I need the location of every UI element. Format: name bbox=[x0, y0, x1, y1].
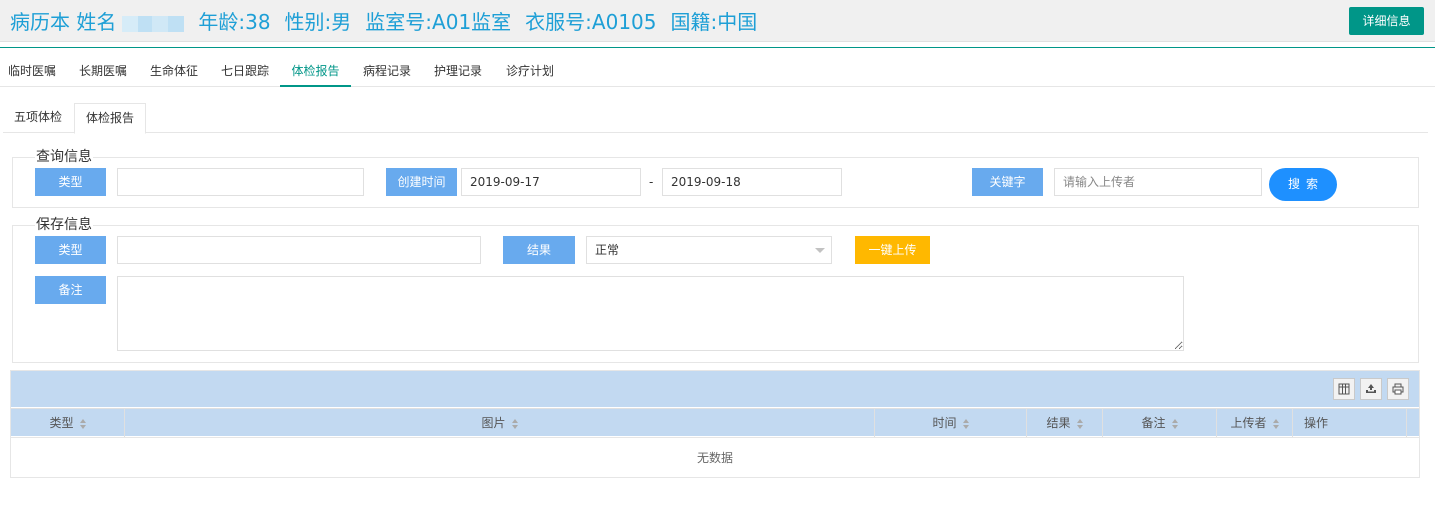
tab-nursing-records[interactable]: 护理记录 bbox=[433, 57, 483, 87]
remark-textarea[interactable] bbox=[117, 276, 1184, 351]
chevron-down-icon bbox=[815, 248, 825, 253]
date-to-input[interactable]: 2019-09-18 bbox=[662, 168, 842, 196]
tab-physical-exam-report[interactable]: 体检报告 bbox=[280, 57, 351, 87]
sort-icon bbox=[79, 418, 86, 429]
result-label: 结果 bbox=[503, 236, 575, 264]
result-select-value: 正常 bbox=[595, 243, 620, 257]
tab-long-term-orders[interactable]: 长期医嘱 bbox=[78, 57, 128, 87]
col-remark-label: 备注 bbox=[1141, 416, 1166, 430]
save-legend: 保存信息 bbox=[35, 217, 93, 233]
export-icon[interactable] bbox=[1360, 378, 1382, 400]
keyword-label: 关键字 bbox=[972, 168, 1043, 196]
col-type[interactable]: 类型 bbox=[11, 409, 125, 437]
detail-info-button[interactable]: 详细信息 bbox=[1349, 7, 1424, 35]
date-from-input[interactable]: 2019-09-17 bbox=[461, 168, 641, 196]
case-label: 病历本 姓名 bbox=[10, 10, 117, 34]
sub-tabs: 五项体检 体检报告 bbox=[3, 103, 1428, 134]
age-text: 年龄:38 bbox=[198, 10, 271, 34]
col-uploader[interactable]: 上传者 bbox=[1217, 409, 1293, 437]
tab-temporary-orders[interactable]: 临时医嘱 bbox=[7, 57, 57, 87]
clothing-text: 衣服号:A0105 bbox=[525, 10, 657, 34]
save-type-label: 类型 bbox=[35, 236, 106, 264]
patient-header: 病历本 姓名 年龄:38 性别:男 监室号:A01监室 衣服号:A0105 国籍:中国 详… bbox=[0, 0, 1435, 42]
patient-info: 病历本 姓名 年龄:38 性别:男 监室号:A01监室 衣服号:A0105 国籍:中国 bbox=[10, 6, 771, 35]
tab-course-records[interactable]: 病程记录 bbox=[362, 57, 412, 87]
table-header: 类型 图片 时间 结果 备注 上传者 操作 bbox=[11, 408, 1419, 437]
col-result[interactable]: 结果 bbox=[1027, 409, 1103, 437]
sort-icon bbox=[1272, 418, 1279, 429]
subtab-exam-report[interactable]: 体检报告 bbox=[74, 103, 147, 134]
result-select[interactable]: 正常 bbox=[586, 236, 832, 264]
save-type-input[interactable] bbox=[117, 236, 481, 264]
query-type-label: 类型 bbox=[35, 168, 106, 196]
col-image[interactable]: 图片 bbox=[125, 409, 875, 437]
tab-treatment-plan[interactable]: 诊疗计划 bbox=[505, 57, 555, 87]
subtab-five-item-exam[interactable]: 五项体检 bbox=[3, 103, 73, 133]
one-click-upload-button[interactable]: 一键上传 bbox=[855, 236, 930, 264]
tab-seven-day-tracking[interactable]: 七日跟踪 bbox=[220, 57, 270, 87]
col-result-label: 结果 bbox=[1046, 416, 1071, 430]
col-remark[interactable]: 备注 bbox=[1103, 409, 1217, 437]
tab-vital-signs[interactable]: 生命体征 bbox=[149, 57, 199, 87]
sort-icon bbox=[1171, 418, 1178, 429]
sort-icon bbox=[1076, 418, 1083, 429]
created-time-label: 创建时间 bbox=[386, 168, 457, 196]
columns-icon[interactable] bbox=[1333, 378, 1355, 400]
date-separator: - bbox=[649, 175, 654, 189]
search-button[interactable]: 搜索 bbox=[1269, 168, 1337, 201]
table-toolbar bbox=[11, 371, 1419, 407]
col-actions: 操作 bbox=[1293, 409, 1407, 437]
col-type-label: 类型 bbox=[49, 416, 74, 430]
cell-text: 监室号:A01监室 bbox=[365, 10, 512, 34]
query-type-input[interactable] bbox=[117, 168, 364, 196]
sort-icon bbox=[511, 418, 518, 429]
print-icon[interactable] bbox=[1387, 378, 1409, 400]
nationality-text: 国籍:中国 bbox=[670, 10, 758, 34]
col-actions-label: 操作 bbox=[1304, 416, 1329, 430]
remark-label: 备注 bbox=[35, 276, 106, 304]
blurred-name bbox=[122, 15, 185, 32]
col-uploader-label: 上传者 bbox=[1230, 416, 1267, 430]
empty-state: 无数据 bbox=[11, 437, 1419, 477]
gender-text: 性别:男 bbox=[284, 10, 352, 34]
main-tabs: 临时医嘱 长期医嘱 生命体征 七日跟踪 体检报告 病程记录 护理记录 诊疗计划 bbox=[0, 57, 1435, 87]
col-image-label: 图片 bbox=[481, 416, 506, 430]
col-time[interactable]: 时间 bbox=[875, 409, 1027, 437]
header-divider bbox=[0, 47, 1435, 48]
col-time-label: 时间 bbox=[932, 416, 957, 430]
keyword-input[interactable]: 请输入上传者 bbox=[1054, 168, 1262, 196]
sort-icon bbox=[962, 418, 969, 429]
query-legend: 查询信息 bbox=[35, 149, 93, 165]
data-table: 类型 图片 时间 结果 备注 上传者 操作 无数据 bbox=[10, 370, 1420, 478]
